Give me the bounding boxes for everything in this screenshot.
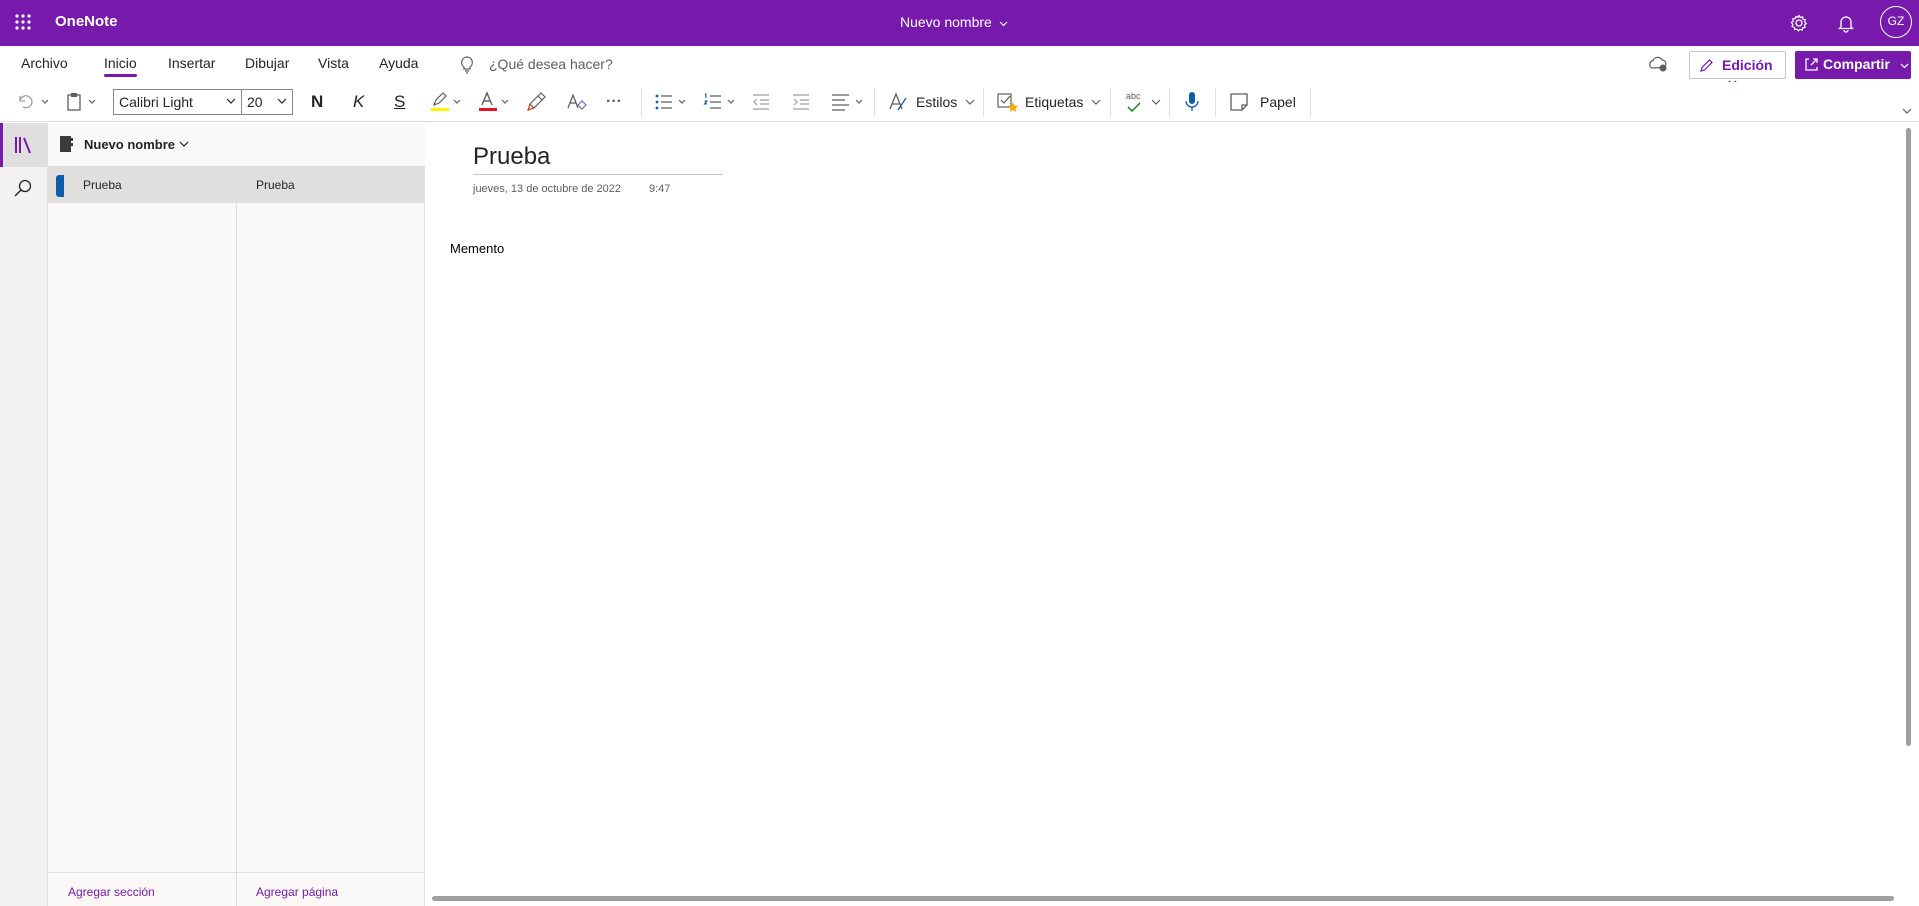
sync-status-cloud-icon[interactable] xyxy=(1647,55,1669,73)
collapse-ribbon-chevron-icon[interactable] xyxy=(1902,108,1912,115)
paper-label: Papel xyxy=(1260,94,1296,110)
font-size-value: 20 xyxy=(247,94,263,110)
styles-label: Estilos xyxy=(916,94,958,110)
pencil-icon xyxy=(1699,58,1714,73)
decrease-indent-icon[interactable] xyxy=(752,87,770,117)
bullet-list-button[interactable] xyxy=(654,87,690,117)
document-title[interactable]: Nuevo nombre xyxy=(900,14,1008,30)
page-title[interactable]: Prueba xyxy=(473,143,550,171)
dictate-microphone-icon[interactable] xyxy=(1184,87,1200,117)
user-avatar[interactable]: GZ xyxy=(1880,6,1912,38)
paragraph-align-button[interactable] xyxy=(831,87,867,117)
chevron-down-icon xyxy=(179,141,189,148)
spelling-button[interactable]: abc xyxy=(1124,87,1161,117)
title-underline xyxy=(473,174,723,175)
increase-indent-icon[interactable] xyxy=(792,87,810,117)
ribbon-tabs: Archivo Inicio Insertar Dibujar Vista Ay… xyxy=(0,46,1919,86)
page-item[interactable]: Prueba xyxy=(237,167,425,203)
section-label: Prueba xyxy=(83,178,122,192)
styles-button[interactable]: Estilos xyxy=(888,87,975,117)
chevron-down-icon xyxy=(1900,56,1909,72)
paper-button[interactable]: Papel xyxy=(1229,87,1296,117)
toolbar-divider xyxy=(874,88,875,116)
share-icon xyxy=(1804,57,1819,72)
highlight-color-button[interactable] xyxy=(429,87,465,117)
chevron-down-icon xyxy=(1151,99,1161,106)
section-color-tab xyxy=(56,175,64,197)
tab-vista[interactable]: Vista xyxy=(318,55,349,71)
more-options-button[interactable]: ··· xyxy=(606,87,622,117)
app-launcher-icon[interactable] xyxy=(14,13,32,31)
tab-ayuda[interactable]: Ayuda xyxy=(379,55,418,71)
page-date: jueves, 13 de octubre de 2022 xyxy=(473,183,622,195)
vertical-scrollbar[interactable] xyxy=(1906,128,1911,746)
chevron-down-icon xyxy=(226,98,236,105)
clipboard-paste-button[interactable] xyxy=(66,87,100,117)
clear-formatting-icon[interactable] xyxy=(566,87,588,117)
chevron-down-icon xyxy=(1091,99,1101,106)
toolbar-divider xyxy=(1169,88,1170,116)
toolbar-divider xyxy=(983,88,984,116)
italic-button[interactable]: K xyxy=(353,87,364,117)
font-color-button[interactable] xyxy=(477,87,513,117)
undo-button[interactable] xyxy=(16,87,48,117)
page-label: Prueba xyxy=(256,178,295,192)
bold-button[interactable]: N xyxy=(311,87,323,117)
pages-footer: Agregar página xyxy=(237,872,424,906)
tags-label: Etiquetas xyxy=(1025,94,1084,110)
app-name[interactable]: OneNote xyxy=(55,13,118,30)
tab-inicio[interactable]: Inicio xyxy=(104,55,137,77)
navigation-rail xyxy=(0,123,48,906)
chevron-down-icon xyxy=(277,98,287,105)
sections-footer: Agregar sección xyxy=(48,872,236,906)
toolbar-divider xyxy=(1310,88,1311,116)
editing-mode-label: Edición xyxy=(1722,57,1773,73)
tag-star-icon xyxy=(997,92,1019,112)
page-canvas[interactable]: Prueba jueves, 13 de octubre de 2022 9:4… xyxy=(426,123,1906,906)
home-ribbon-toolbar: Calibri Light 20 N K S ··· Estilos Etiqu… xyxy=(0,82,1919,122)
notebook-name: Nuevo nombre xyxy=(84,137,176,152)
add-section-link[interactable]: Agregar sección xyxy=(68,885,155,899)
sections-pane: Prueba Agregar sección xyxy=(48,167,237,906)
document-title-text: Nuevo nombre xyxy=(900,14,992,30)
page-body-text[interactable]: Memento xyxy=(450,241,504,256)
toolbar-divider xyxy=(1215,88,1216,116)
underline-button[interactable]: S xyxy=(394,87,405,117)
notifications-bell-icon[interactable] xyxy=(1835,12,1857,34)
horizontal-scrollbar[interactable] xyxy=(432,896,1894,901)
tell-me-search[interactable]: ¿Qué desea hacer? xyxy=(489,56,613,72)
add-page-link[interactable]: Agregar página xyxy=(256,885,338,899)
page-time: 9:47 xyxy=(649,183,671,195)
tab-dibujar[interactable]: Dibujar xyxy=(245,55,289,71)
format-painter-icon[interactable] xyxy=(527,87,547,117)
editing-mode-button[interactable]: Edición xyxy=(1689,51,1786,86)
tab-archivo[interactable]: Archivo xyxy=(21,55,68,71)
tags-button[interactable]: Etiquetas xyxy=(997,87,1101,117)
paper-icon xyxy=(1229,92,1249,112)
notebook-icon xyxy=(59,135,73,153)
notebooks-icon xyxy=(14,135,34,155)
title-bar: OneNote Nuevo nombre GZ xyxy=(0,0,1919,46)
numbered-list-button[interactable] xyxy=(703,87,739,117)
chevron-down-icon xyxy=(999,14,1008,30)
notebooks-nav-button[interactable] xyxy=(0,123,48,167)
tab-insertar[interactable]: Insertar xyxy=(168,55,215,71)
settings-gear-icon[interactable] xyxy=(1788,12,1810,34)
font-name-select[interactable]: Calibri Light xyxy=(113,89,242,115)
font-size-select[interactable]: 20 xyxy=(241,89,293,115)
spell-abc-label: abc xyxy=(1126,91,1141,101)
pages-pane: Prueba Agregar página xyxy=(237,167,425,906)
share-button[interactable]: Compartir xyxy=(1795,51,1911,79)
notebook-header[interactable]: Nuevo nombre xyxy=(48,123,425,167)
spell-check-icon: abc xyxy=(1124,91,1144,113)
share-label: Compartir xyxy=(1823,56,1890,72)
font-name-value: Calibri Light xyxy=(119,94,193,110)
styles-icon xyxy=(888,92,910,112)
section-item[interactable]: Prueba xyxy=(48,167,237,203)
toolbar-divider xyxy=(641,88,642,116)
toolbar-divider xyxy=(1110,88,1111,116)
search-icon[interactable] xyxy=(13,178,33,198)
chevron-down-icon xyxy=(965,99,975,106)
lightbulb-icon xyxy=(460,56,474,74)
